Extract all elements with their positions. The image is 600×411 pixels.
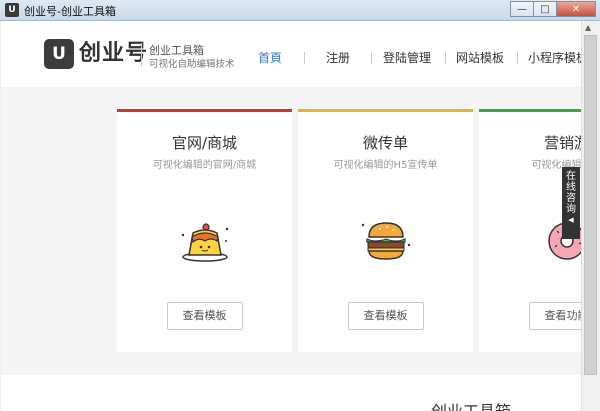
consult-label: 在线咨询 <box>566 171 576 215</box>
chevron-left-icon: ◀ <box>568 216 574 224</box>
minimize-button[interactable]: — <box>510 1 534 17</box>
card-title: 官网/商城 <box>171 134 238 152</box>
scroll-up-icon[interactable]: ▲ <box>585 23 591 32</box>
view-template-button[interactable]: 查看模板 <box>166 302 243 330</box>
window-title-bar[interactable]: U 创业号-创业工具箱 — □ ✕ <box>0 0 600 21</box>
online-consult-tab[interactable]: 在线咨询 ◀ <box>562 167 580 239</box>
nav-separator <box>517 52 518 64</box>
app-icon: U <box>5 3 19 17</box>
nav-separator <box>304 52 305 64</box>
close-button[interactable]: ✕ <box>556 1 596 17</box>
brand-slogan: 可视化自助编辑技术 <box>149 59 235 70</box>
nav-item-miniapp-templates[interactable]: 小程序模板 <box>528 49 588 66</box>
view-template-button[interactable]: 查看模板 <box>347 302 424 330</box>
window-title: 创业号-创业工具箱 <box>24 5 116 18</box>
maximize-button[interactable]: □ <box>533 1 557 17</box>
card-subtitle: 可视化编辑的官网/商城 <box>152 160 257 171</box>
vertical-scrollbar[interactable]: ▲ <box>581 21 599 411</box>
burger-icon <box>361 222 410 260</box>
pudding-icon <box>181 223 228 262</box>
card-subtitle: 可视化编辑的H5宣传单 <box>333 160 438 171</box>
template-card-website[interactable]: 官网/商城 可视化编辑的官网/商城 查看模板 <box>117 109 292 352</box>
nav-separator <box>445 52 446 64</box>
nav-item-home[interactable]: 首頁 <box>258 49 282 66</box>
nav-item-site-templates[interactable]: 网站模板 <box>456 49 504 66</box>
window-controls: — □ ✕ <box>510 1 596 17</box>
scrollbar-thumb[interactable] <box>584 35 597 375</box>
section-title: 创业工具箱 <box>431 398 511 411</box>
logo-text[interactable]: 创业号 <box>79 39 148 69</box>
nav-item-login[interactable]: 登陆管理 <box>383 49 431 66</box>
nav-item-register[interactable]: 注册 <box>326 49 350 66</box>
logo-icon[interactable]: U <box>44 39 74 69</box>
site-header: U 创业号 创业工具箱 可视化自助编辑技术 首頁 注册 登陆管理 网站模板 小程… <box>1 21 588 87</box>
card-title: 微传单 <box>362 134 408 152</box>
nav-separator <box>371 52 372 64</box>
bottom-section: 创业工具箱 <box>1 375 581 411</box>
template-card-h5-flyer[interactable]: 微传单 可视化编辑的H5宣传单 查看模板 <box>298 109 473 352</box>
logo-divider <box>141 43 142 67</box>
page-content: U 创业号 创业工具箱 可视化自助编辑技术 首頁 注册 登陆管理 网站模板 小程… <box>1 21 599 411</box>
